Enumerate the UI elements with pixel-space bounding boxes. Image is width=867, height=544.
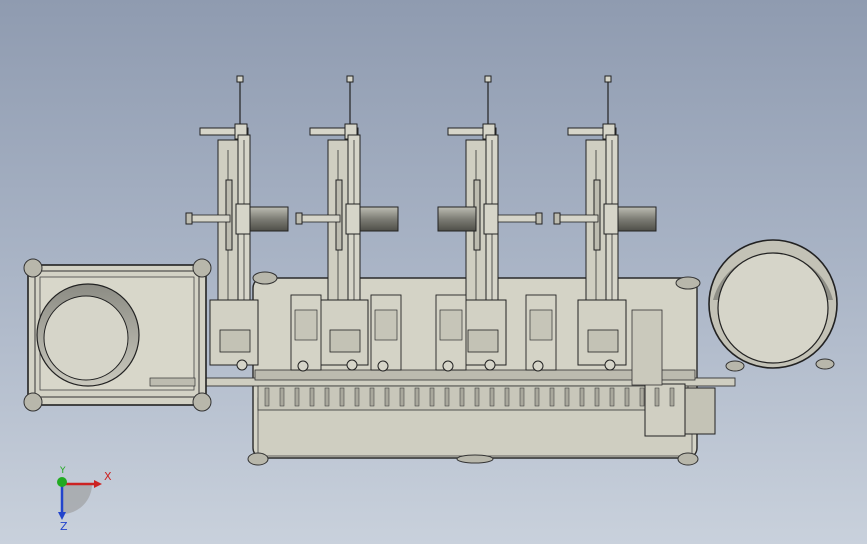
y-axis-label: Y xyxy=(59,466,66,476)
tooling-module-4 xyxy=(525,294,557,372)
rail-bolt xyxy=(564,387,570,407)
rail-bolt xyxy=(504,387,510,407)
rail-bolt xyxy=(354,387,360,407)
rail-bolt xyxy=(489,387,495,407)
rail-bolt xyxy=(414,387,420,407)
rail-bolt xyxy=(624,387,630,407)
rail-bolt xyxy=(324,387,330,407)
left-feeder-cabinet[interactable] xyxy=(23,258,212,412)
rail-bolt xyxy=(594,387,600,407)
rail-bolt xyxy=(399,387,405,407)
tooling-module-1 xyxy=(290,294,322,372)
orientation-triad[interactable]: X Y Z xyxy=(40,462,120,532)
rail-bolt xyxy=(369,387,375,407)
tooling-module-3 xyxy=(435,294,467,372)
rail-bolt xyxy=(459,387,465,407)
rail-bolt xyxy=(549,387,555,407)
tooling-module-2 xyxy=(370,294,402,372)
cad-viewport[interactable]: X Y Z xyxy=(0,0,867,544)
rail-bolt xyxy=(669,387,675,407)
x-axis-label: X xyxy=(104,470,112,483)
rail-bolt xyxy=(474,387,480,407)
rail-bolt xyxy=(264,387,270,407)
rail-bolt xyxy=(654,387,660,407)
rail-bolt xyxy=(279,387,285,407)
rail-bolt xyxy=(519,387,525,407)
rail-bolt xyxy=(309,387,315,407)
rail-bolt xyxy=(639,387,645,407)
rail-bolt xyxy=(579,387,585,407)
rail-bolt xyxy=(429,387,435,407)
rail-bolt xyxy=(339,387,345,407)
assembly-model[interactable] xyxy=(0,0,867,544)
rail-bolt xyxy=(294,387,300,407)
rail-bolt xyxy=(444,387,450,407)
rail-bolt xyxy=(609,387,615,407)
rail-bolt xyxy=(384,387,390,407)
right-feeder-reel[interactable] xyxy=(708,239,838,372)
z-axis-label: Z xyxy=(60,520,68,532)
rail-bolt xyxy=(534,387,540,407)
